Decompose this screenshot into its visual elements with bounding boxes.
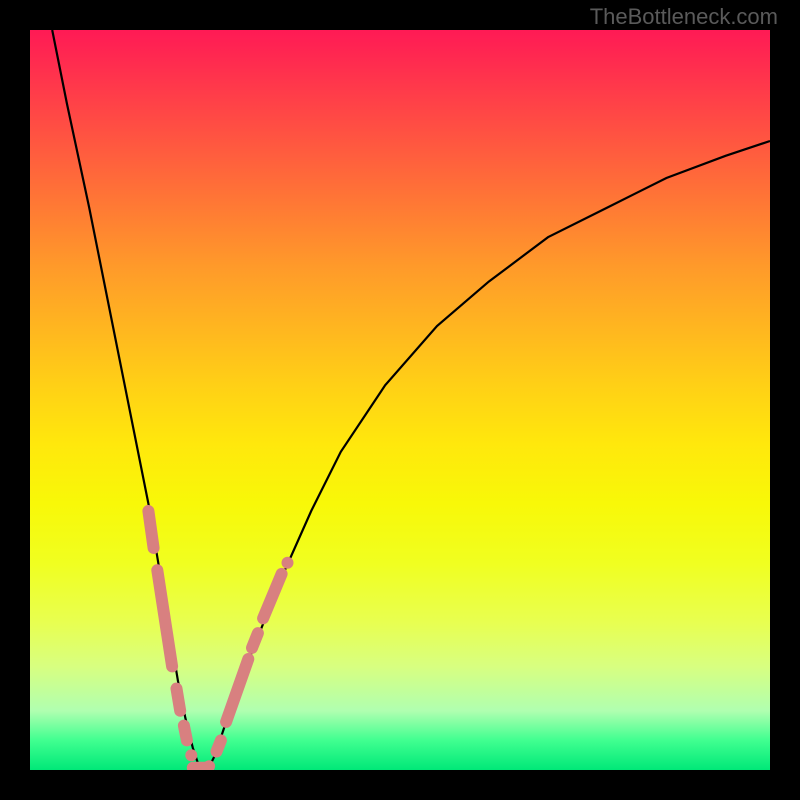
gradient-plot-area xyxy=(30,30,770,770)
watermark-text: TheBottleneck.com xyxy=(590,4,778,30)
